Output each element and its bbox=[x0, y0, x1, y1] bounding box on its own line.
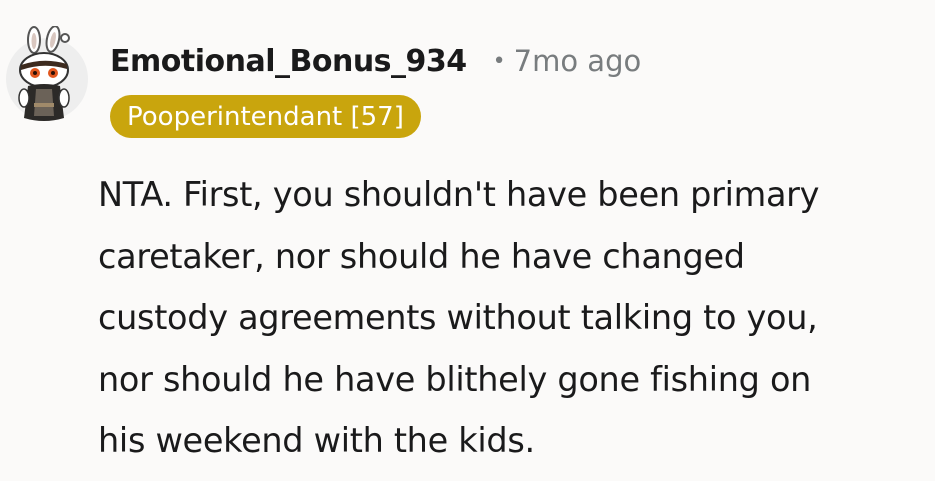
comment-body-line: nor should he have blithely gone fishing… bbox=[98, 359, 812, 399]
user-flair-text: Pooperintendant [57] bbox=[127, 101, 404, 132]
comment-meta: Emotional_Bonus_934 • 7mo ago bbox=[110, 38, 641, 84]
meta-separator: • bbox=[492, 48, 506, 74]
comment-body: NTA. First, you shouldn't have been prim… bbox=[98, 164, 928, 472]
comment-body-line: NTA. First, you shouldn't have been prim… bbox=[98, 175, 820, 214]
snoo-avatar-icon bbox=[6, 25, 88, 121]
comment-body-line: his weekend with the kids. bbox=[98, 421, 535, 460]
avatar[interactable] bbox=[4, 25, 94, 124]
author-username[interactable]: Emotional_Bonus_934 bbox=[110, 44, 467, 79]
comment-body-line: caretaker, nor should he have changed bbox=[98, 236, 745, 276]
user-flair-badge: Pooperintendant [57] bbox=[110, 95, 421, 138]
comment-body-line: custody agreements without talking to yo… bbox=[98, 298, 818, 337]
comment-timestamp[interactable]: 7mo ago bbox=[514, 44, 642, 78]
comment: Emotional_Bonus_934 • 7mo ago Pooperinte… bbox=[0, 0, 935, 481]
